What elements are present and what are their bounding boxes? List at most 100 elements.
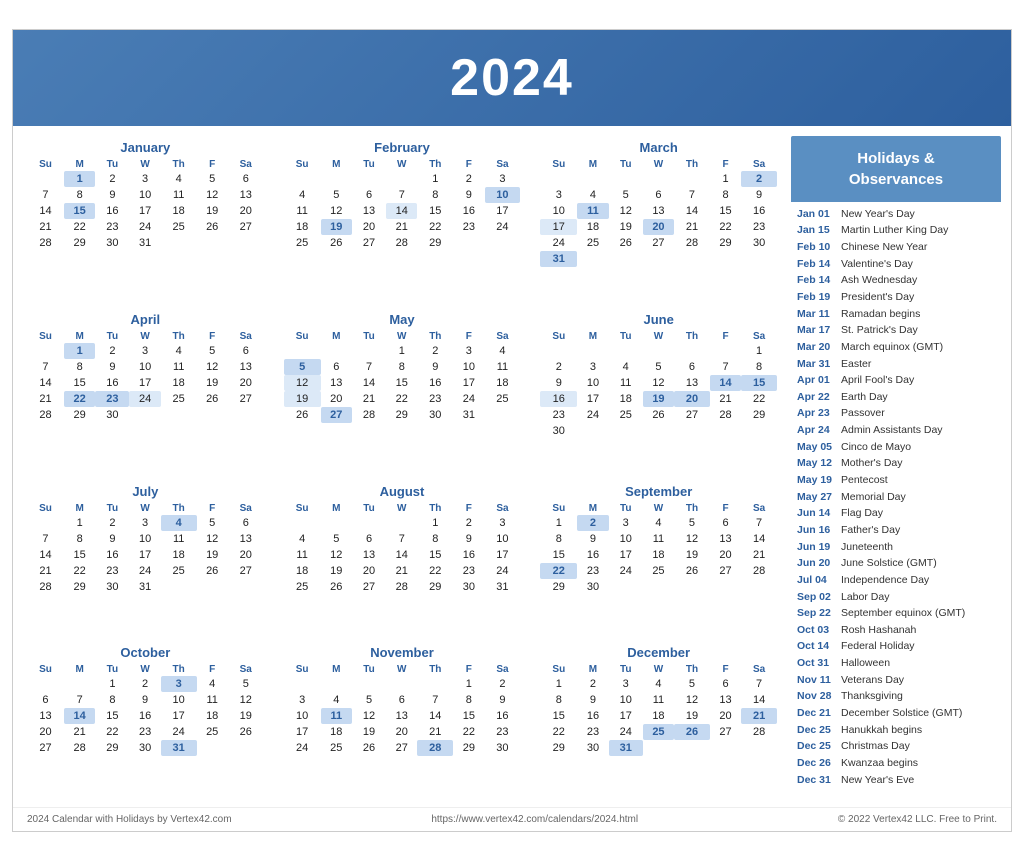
calendar-day: 31 [540,251,577,267]
calendar-day [321,515,352,531]
month-title: June [540,312,777,327]
calendar-day: 5 [674,676,710,692]
calendar-day: 6 [674,359,710,375]
calendar-day: 5 [284,359,321,375]
calendar-day: 20 [27,724,64,740]
day-header: F [710,502,741,515]
calendar-day: 18 [161,547,197,563]
calendar-day [577,251,608,267]
holiday-name: Ramadan begins [841,308,920,322]
holiday-name: Veterans Day [841,674,904,688]
holiday-date: May 19 [797,474,835,488]
day-header: Tu [609,330,643,343]
calendar-day: 11 [284,547,321,563]
calendar-day: 22 [540,724,577,740]
calendar-day: 24 [609,563,643,579]
holiday-date: Mar 20 [797,341,835,355]
calendar-day: 23 [129,724,160,740]
holiday-date: Nov 28 [797,690,835,704]
day-header: Tu [95,330,129,343]
calendar-day: 3 [129,343,160,359]
calendar-day: 7 [417,692,453,708]
holiday-name: Juneteenth [841,541,893,555]
calendar-day [321,595,352,599]
calendar-day: 14 [741,692,777,708]
day-header: M [64,158,95,171]
calendar-day: 20 [386,724,417,740]
calendar-day: 7 [27,187,64,203]
calendar-day [228,423,264,427]
calendar-day: 11 [321,708,352,724]
holiday-item: Dec 26Kwanzaa begins [797,755,995,772]
day-header: Tu [352,330,386,343]
calendar-day [609,756,643,760]
calendar-day: 15 [64,203,95,219]
calendar-day [228,407,264,423]
calendar-day: 9 [453,531,484,547]
holiday-item: Nov 28Thanksgiving [797,689,995,706]
month-title: March [540,140,777,155]
holiday-list: Jan 01New Year's DayJan 15Martin Luther … [791,202,1001,792]
calendar-day: 6 [228,171,264,187]
day-header: Th [161,158,197,171]
calendar-day: 14 [27,547,64,563]
calendar-day: 25 [643,563,674,579]
calendar-day [485,251,521,255]
month-table: SuMTuWThFSa12345678910111213141516171819… [27,330,264,427]
calendar-day [197,595,228,599]
calendar-day: 25 [284,579,321,595]
day-header: Sa [485,502,521,515]
calendar-day: 11 [284,203,321,219]
day-header: Sa [741,330,777,343]
holiday-item: Apr 22Earth Day [797,389,995,406]
calendar-day: 29 [417,235,453,251]
calendar-day [284,251,321,255]
holiday-item: Jun 19Juneteenth [797,539,995,556]
calendar-day: 23 [453,219,484,235]
day-header: F [710,663,741,676]
calendar-day: 29 [540,579,577,595]
calendar-day: 25 [609,407,643,423]
holiday-date: Apr 24 [797,424,835,438]
day-header: Su [27,663,64,676]
calendar-day: 3 [453,343,484,359]
month-table: SuMTuWThFSa12345678910111213141516171819… [284,158,521,255]
day-header: Sa [741,663,777,676]
calendar-day: 2 [453,171,484,187]
month-table: SuMTuWThFSa12345678910111213141516171819… [27,158,264,255]
calendar-day: 4 [485,343,521,359]
month-table: SuMTuWThFSa12345678910111213141516171819… [27,663,264,760]
holiday-item: May 19Pentecost [797,473,995,490]
calendar-day: 27 [352,579,386,595]
holiday-date: Oct 03 [797,624,835,638]
month-august: AugustSuMTuWThFSa12345678910111213141516… [280,480,525,632]
calendar-day: 15 [453,708,484,724]
calendar-day: 3 [485,171,521,187]
calendar-day: 15 [386,375,417,391]
calendar-day [228,579,264,595]
day-header: W [386,502,417,515]
calendar-day [710,579,741,595]
holiday-name: New Year's Day [841,208,915,222]
day-header: F [197,158,228,171]
calendar-day: 8 [540,692,577,708]
calendar-day: 5 [352,692,386,708]
month-title: September [540,484,777,499]
calendar-day [577,343,608,359]
calendar-day [609,595,643,599]
calendar-day: 21 [386,219,417,235]
calendar-day [674,595,710,599]
calendar-day: 16 [540,391,577,407]
calendar-day: 7 [386,187,417,203]
day-header: Th [674,663,710,676]
calendar-day: 24 [129,219,160,235]
calendar-day [643,343,674,359]
calendar-day: 31 [161,740,197,756]
calendar-day: 5 [609,187,643,203]
calendar-day [741,423,777,439]
calendar-day: 9 [417,359,453,375]
calendar-day: 8 [453,692,484,708]
holiday-date: May 12 [797,457,835,471]
calendar-day: 16 [453,547,484,563]
calendar-day [609,251,643,267]
